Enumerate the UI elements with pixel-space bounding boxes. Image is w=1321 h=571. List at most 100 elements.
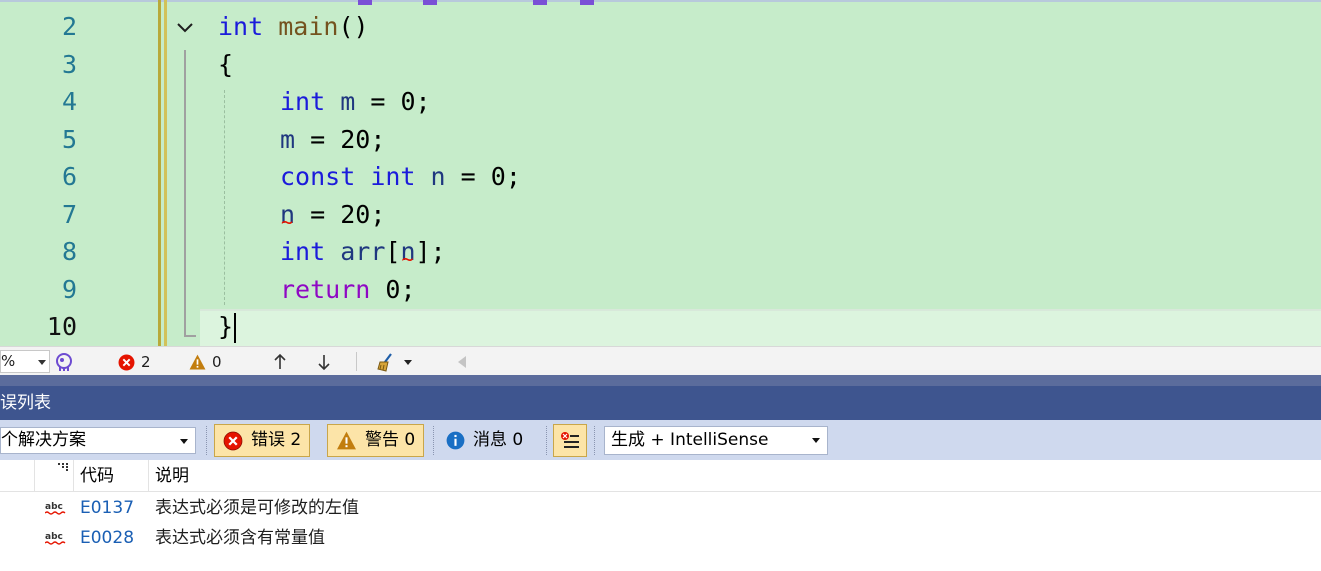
line-number: 5 <box>61 124 77 154</box>
zoom-value: % <box>1 352 16 370</box>
line-number: 4 <box>61 87 77 116</box>
warning-count-indicator[interactable]: 0 <box>189 351 222 373</box>
marker-tick <box>423 0 437 5</box>
column-separator[interactable] <box>148 460 149 492</box>
collapse-chevron-icon[interactable] <box>175 18 195 38</box>
keyword: int <box>218 12 264 41</box>
intellisense-abc-icon: abc <box>45 502 66 515</box>
operator: = <box>295 124 341 154</box>
close-brace: } <box>218 312 234 341</box>
filter-list-icon <box>561 431 579 448</box>
panel-splitter[interactable] <box>0 375 1321 386</box>
line-number: 6 <box>61 162 77 191</box>
code-line-8: int arr[n]; <box>218 233 521 271</box>
warning-icon <box>337 431 356 450</box>
number-literal: 20 <box>340 199 371 229</box>
code-editor[interactable]: 2 3 4 5 6 7 8 9 10 int main() { int m = … <box>0 0 1321 346</box>
chevron-down-icon <box>812 438 820 443</box>
punctuation: () <box>338 12 369 41</box>
keyword: int <box>280 237 326 266</box>
arrow-up-icon <box>274 353 286 369</box>
warning-icon <box>189 354 206 370</box>
warnings-filter-button[interactable]: 警告 0 <box>327 424 425 457</box>
line-number: 2 <box>61 12 77 41</box>
code-line-3: { <box>218 46 521 84</box>
warnings-filter-label: 警告 0 <box>365 430 416 450</box>
sort-indicator-icon[interactable] <box>58 463 68 471</box>
errors-filter-button[interactable]: 错误 2 <box>214 424 311 457</box>
previous-issue-button[interactable] <box>272 351 288 373</box>
error-list-header: 误列表 <box>0 386 1321 420</box>
number-literal: 0 <box>400 87 416 116</box>
zoom-dropdown[interactable]: % <box>0 350 50 373</box>
keyword: int <box>370 162 416 191</box>
errors-filter-label: 错误 2 <box>251 430 302 450</box>
semicolon: ; <box>400 274 416 304</box>
chevron-down-icon <box>404 359 412 365</box>
marker-tick <box>580 0 594 5</box>
table-row[interactable]: abc E0137 表达式必须是可修改的左值 <box>0 493 1321 523</box>
scope-value: 个解决方案 <box>1 430 86 450</box>
code-line-9: return 0; <box>218 271 521 309</box>
semicolon: ; <box>370 124 386 154</box>
error-squiggle-variable[interactable]: n <box>280 196 295 234</box>
column-separator[interactable] <box>34 460 35 492</box>
error-list-toolbar: 个解决方案 错误 2 警告 0 消息 0 生成 + IntelliSense <box>0 420 1321 460</box>
fold-end-tick <box>184 335 196 337</box>
operator: = <box>355 87 401 116</box>
messages-filter-button[interactable]: 消息 0 <box>438 424 531 457</box>
separator <box>433 426 435 455</box>
error-count-indicator[interactable]: 2 <box>118 351 151 373</box>
line-number: 3 <box>61 49 77 79</box>
column-header-code[interactable]: 代码 <box>80 460 114 492</box>
variable: m <box>280 124 296 154</box>
top-ruler <box>0 0 1321 2</box>
build-intellisense-dropdown[interactable]: 生成 + IntelliSense <box>604 426 828 455</box>
semicolon: ; <box>370 199 386 229</box>
error-description: 表达式必须是可修改的左值 <box>155 498 359 518</box>
code-cleanup-button[interactable] <box>376 351 412 373</box>
marker-tick <box>533 0 547 5</box>
change-tracking-bar <box>164 0 167 346</box>
filter-toggle-button[interactable] <box>553 424 587 457</box>
column-header-description[interactable]: 说明 <box>155 460 189 492</box>
code-text[interactable]: int main() { int m = 0; m = 20; const in… <box>218 8 521 346</box>
error-list-rows: abc E0137 表达式必须是可修改的左值 abc E0028 表达式必须含有… <box>0 493 1321 553</box>
code-line-2: int main() <box>218 8 521 46</box>
build-filter-value: 生成 + IntelliSense <box>611 430 769 450</box>
fold-guide <box>184 50 186 336</box>
chevron-down-icon <box>180 439 188 444</box>
operator: = <box>445 162 491 191</box>
scope-dropdown[interactable]: 个解决方案 <box>0 427 196 454</box>
info-icon <box>446 431 465 450</box>
line-number-gutter: 2 3 4 5 6 7 8 9 10 <box>0 8 90 346</box>
code-line-4: int m = 0; <box>218 83 521 121</box>
messages-filter-label: 消息 0 <box>473 430 524 450</box>
next-issue-button[interactable] <box>316 351 332 373</box>
semicolon: ; <box>415 87 431 116</box>
error-code-link[interactable]: E0137 <box>80 493 134 523</box>
text-caret <box>234 313 237 343</box>
line-number: 9 <box>61 274 77 304</box>
bracket: [ <box>385 237 401 266</box>
function-name: main <box>278 12 339 41</box>
variable: m <box>340 87 356 116</box>
chevron-down-icon <box>38 360 46 365</box>
code-line-7: n = 20; <box>218 196 521 234</box>
keyword: return <box>280 274 371 304</box>
scroll-left-icon[interactable] <box>457 356 467 368</box>
separator <box>546 426 548 455</box>
number-literal: 0 <box>385 274 401 304</box>
column-separator[interactable] <box>73 460 74 492</box>
separator <box>356 352 357 371</box>
code-line-6: const int n = 0; <box>218 158 521 196</box>
error-list-column-header: 代码 说明 <box>0 460 1321 492</box>
error-squiggle-variable[interactable]: n <box>400 233 415 271</box>
table-row[interactable]: abc E0028 表达式必须含有常量值 <box>0 523 1321 553</box>
svg-text:abc: abc <box>45 532 63 542</box>
editor-status-bar: % 2 0 <box>0 346 1321 375</box>
panel-title: 误列表 <box>0 393 51 413</box>
error-code-link[interactable]: E0028 <box>80 523 134 553</box>
intellicode-button[interactable] <box>54 351 74 373</box>
number-literal: 20 <box>340 124 371 154</box>
